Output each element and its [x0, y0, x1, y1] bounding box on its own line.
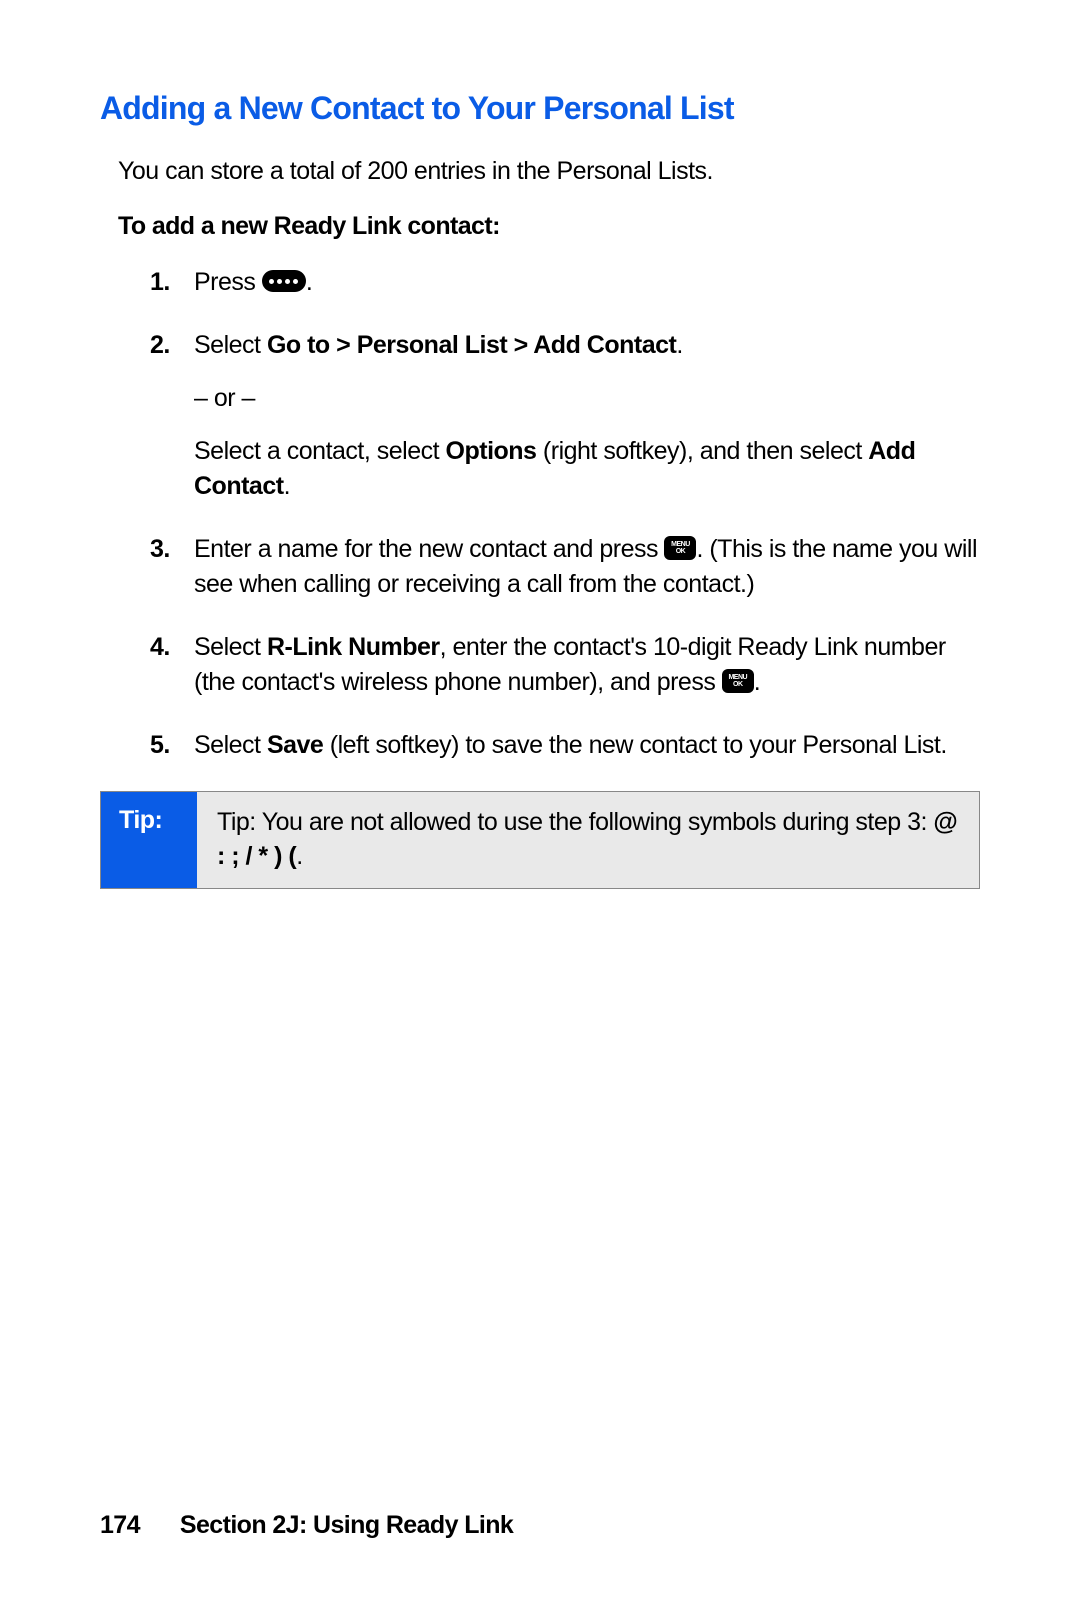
- step-1: 1. Press .: [150, 265, 980, 300]
- step-text-bold: R-Link Number: [267, 633, 440, 661]
- step-body: Select Go to > Personal List > Add Conta…: [194, 328, 980, 504]
- tip-content: Tip: You are not allowed to use the foll…: [197, 792, 979, 888]
- step-number: 1.: [150, 265, 194, 300]
- step-number: 4.: [150, 630, 194, 700]
- step-text: Select: [194, 731, 267, 759]
- page-heading: Adding a New Contact to Your Personal Li…: [100, 90, 980, 127]
- step-text: Select a contact, select: [194, 437, 446, 465]
- step-body: Select Save (left softkey) to save the n…: [194, 728, 980, 763]
- step-body: Select R-Link Number, enter the contact'…: [194, 630, 980, 700]
- step-text: Select: [194, 633, 267, 661]
- step-text: .: [754, 668, 760, 696]
- tip-text: Tip: You are not allowed to use the foll…: [217, 808, 933, 836]
- step-text: Enter a name for the new contact and pre…: [194, 535, 664, 563]
- step-body: Press .: [194, 265, 980, 300]
- step-text: .: [676, 331, 682, 359]
- step-4: 4. Select R-Link Number, enter the conta…: [150, 630, 980, 700]
- step-text: Select: [194, 331, 267, 359]
- step-text-bold: Go to > Personal List > Add Contact: [267, 331, 676, 359]
- menu-ok-button-icon: MENUOK: [664, 536, 696, 560]
- step-text: Press: [194, 268, 262, 296]
- intro-text: You can store a total of 200 entries in …: [118, 157, 980, 186]
- step-text-bold: Options: [446, 437, 537, 465]
- page-footer: 174 Section 2J: Using Ready Link: [100, 1511, 513, 1540]
- step-5: 5. Select Save (left softkey) to save th…: [150, 728, 980, 763]
- tip-box: Tip: Tip: You are not allowed to use the…: [100, 791, 980, 889]
- step-number: 5.: [150, 728, 194, 763]
- dots-button-icon: [262, 270, 306, 292]
- steps-list: 1. Press . 2. Select Go to > Personal Li…: [150, 265, 980, 763]
- step-text: (right softkey), and then select: [536, 437, 868, 465]
- section-title: Section 2J: Using Ready Link: [180, 1511, 513, 1539]
- step-3: 3. Enter a name for the new contact and …: [150, 532, 980, 602]
- tip-label: Tip:: [101, 792, 197, 888]
- tip-text: .: [296, 842, 302, 870]
- step-number: 2.: [150, 328, 194, 504]
- step-body: Enter a name for the new contact and pre…: [194, 532, 980, 602]
- subheading: To add a new Ready Link contact:: [118, 212, 980, 241]
- step-or: – or –: [194, 381, 980, 416]
- step-2: 2. Select Go to > Personal List > Add Co…: [150, 328, 980, 504]
- page-number: 174: [100, 1511, 140, 1539]
- step-number: 3.: [150, 532, 194, 602]
- step-text: .: [306, 268, 312, 296]
- step-text-bold: Save: [267, 731, 323, 759]
- menu-ok-button-icon: MENUOK: [722, 669, 754, 693]
- step-text: (left softkey) to save the new contact t…: [323, 731, 946, 759]
- step-text: .: [284, 472, 290, 500]
